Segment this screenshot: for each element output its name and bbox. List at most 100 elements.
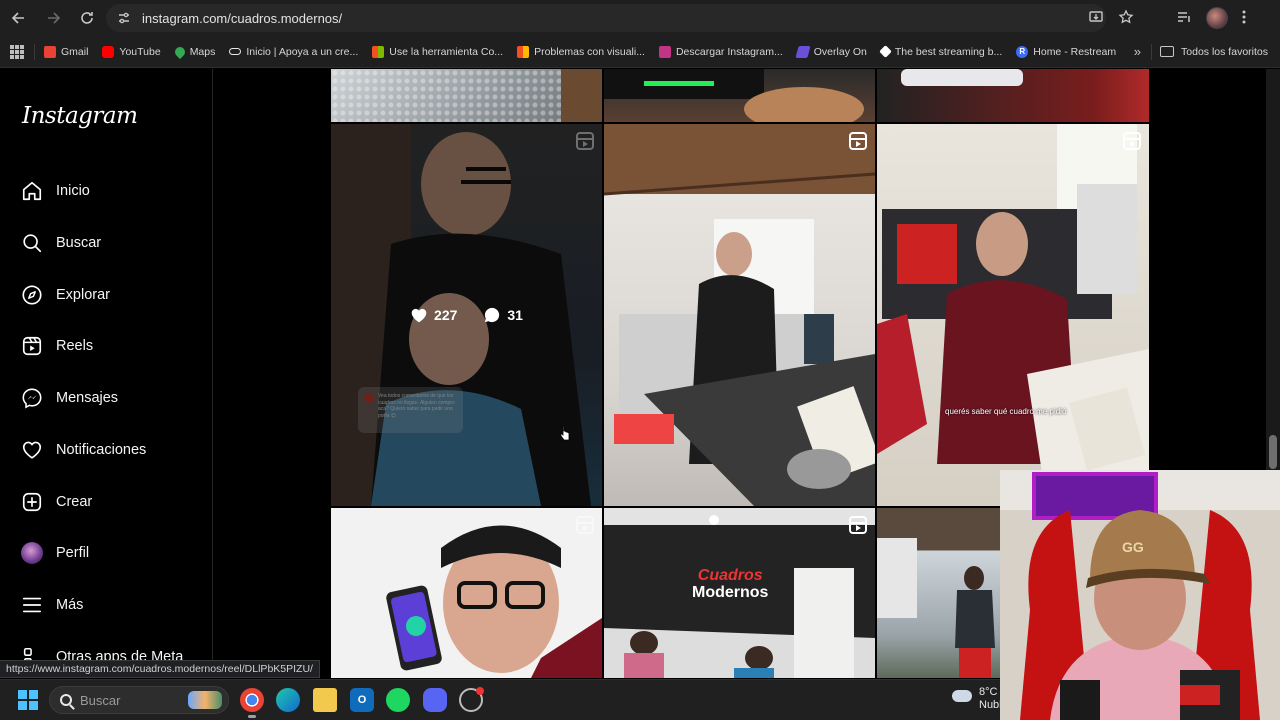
sign-text-2: Modernos — [692, 583, 769, 601]
printer-operator-photo — [877, 124, 1149, 506]
man-with-phone-photo — [386, 525, 602, 678]
reel-badge-icon — [849, 132, 867, 150]
bookmark-restream[interactable]: R Home - Restream — [1009, 40, 1123, 64]
obs-icon[interactable] — [459, 687, 484, 712]
forward-button[interactable] — [38, 3, 68, 33]
taskbar-search-placeholder: Buscar — [80, 692, 121, 708]
post-tile[interactable] — [604, 69, 875, 122]
post-tile[interactable]: querés saber qué cuadro me pidió — [877, 124, 1149, 506]
comments-count: 31 — [483, 306, 523, 324]
scrollbar-thumb[interactable] — [1269, 435, 1277, 469]
back-button[interactable] — [4, 3, 34, 33]
windows-start-icon[interactable] — [18, 690, 38, 710]
bookmark-microsoft-2[interactable]: Problemas con visuali... — [510, 40, 652, 64]
bookmark-label: Descargar Instagram... — [675, 45, 783, 58]
cloud-icon — [952, 690, 972, 702]
reel-badge-icon — [576, 132, 594, 150]
nav-item-crear[interactable]: Crear — [20, 484, 200, 520]
nav-item-buscar[interactable]: Buscar — [20, 225, 200, 261]
all-bookmarks-button[interactable]: Todos los favoritos — [1154, 46, 1280, 58]
discord-icon[interactable] — [423, 688, 447, 712]
bookmark-youtube[interactable]: YouTube — [95, 40, 167, 64]
post-tile[interactable] — [331, 508, 602, 678]
printer-workshop-photo — [604, 124, 875, 506]
post-tile[interactable] — [877, 508, 1001, 678]
outlook-icon[interactable]: O — [350, 688, 374, 712]
bookmark-download-instagram[interactable]: Descargar Instagram... — [652, 40, 790, 64]
apps-grid-icon[interactable] — [10, 44, 24, 59]
status-bar-url: https://www.instagram.com/cuadros.modern… — [0, 660, 320, 678]
bookmark-star-icon[interactable] — [1118, 8, 1134, 28]
nav-item-inicio[interactable]: Inicio — [20, 173, 200, 209]
nav-item-explorar[interactable]: Explorar — [20, 277, 200, 313]
file-explorer-icon[interactable] — [313, 688, 337, 712]
site-info-icon[interactable] — [112, 6, 136, 30]
bookmark-streaming[interactable]: The best streaming b... — [874, 40, 1009, 64]
reload-button[interactable] — [72, 3, 102, 33]
taskbar-search[interactable]: Buscar — [49, 686, 229, 714]
sidebar: Instagram Inicio Buscar Explorar Reels M… — [0, 69, 213, 678]
reel-badge-icon — [849, 516, 867, 534]
likes-count: 227 — [410, 307, 457, 323]
post-tile-hovered[interactable]: Vea todos comentarios de que los cuadros… — [331, 124, 602, 506]
nav-item-mas[interactable]: Más — [20, 587, 200, 623]
nav-label: Crear — [56, 494, 93, 510]
bookmark-label: The best streaming b... — [894, 45, 1003, 58]
phone-screen-photo — [901, 69, 1023, 86]
nav-label: Mensajes — [56, 390, 119, 406]
post-tile[interactable] — [331, 69, 602, 122]
folder-icon — [1160, 46, 1175, 57]
weather-widget[interactable]: 8°C Nubl — [952, 686, 1002, 712]
all-bookmarks-label: Todos los favoritos — [1181, 45, 1268, 58]
instagram-logo[interactable]: Instagram — [22, 103, 138, 129]
yard-photo — [877, 538, 995, 678]
nav-label: Más — [56, 597, 84, 613]
streaming-icon — [879, 45, 892, 58]
hover-stats-overlay: 227 31 — [331, 124, 602, 506]
profile-avatar[interactable] — [1206, 7, 1228, 29]
install-app-icon[interactable] — [1088, 9, 1104, 28]
post-tile[interactable]: Cuadros Modernos — [604, 508, 875, 678]
microsoft-icon — [372, 45, 385, 58]
nav-label: Notificaciones — [56, 442, 147, 458]
edge-taskbar-icon[interactable] — [276, 688, 300, 712]
nav-item-notificaciones[interactable]: Notificaciones — [20, 432, 200, 468]
bookmark-overlay-on[interactable]: Overlay On — [790, 40, 874, 64]
spotify-icon[interactable] — [386, 688, 410, 712]
bookmark-patreon[interactable]: Inicio | Apoya a un cre... — [222, 40, 365, 64]
nav-item-mensajes[interactable]: Mensajes — [20, 380, 200, 416]
bookmark-microsoft-1[interactable]: Use la herramienta Co... — [365, 40, 510, 64]
nav-label: Perfil — [56, 545, 90, 561]
post-tile[interactable] — [877, 69, 1149, 122]
desk-photo — [604, 69, 864, 122]
messenger-icon — [20, 386, 44, 410]
link-icon — [229, 48, 242, 55]
bookmark-maps[interactable]: Maps — [168, 40, 223, 64]
toolbar-actions — [1088, 0, 1280, 36]
bookmark-label: Maps — [189, 45, 216, 58]
address-bar[interactable]: instagram.com/cuadros.modernos/ — [106, 4, 1106, 32]
nav-item-reels[interactable]: Reels — [20, 328, 200, 364]
youtube-icon — [102, 45, 115, 58]
restream-icon: R — [1016, 45, 1029, 58]
heart-filled-icon — [411, 308, 427, 323]
chrome-menu-icon[interactable] — [1242, 9, 1246, 28]
nav-item-perfil[interactable]: Perfil — [20, 535, 200, 571]
nav-label: Explorar — [56, 287, 110, 303]
post-tile[interactable] — [604, 124, 875, 506]
comment-filled-icon — [485, 307, 500, 323]
chrome-taskbar-icon[interactable] — [240, 688, 264, 718]
hand-cursor-icon — [560, 425, 570, 441]
bookmark-gmail[interactable]: Gmail — [37, 40, 95, 64]
weather-temp: 8°C — [979, 686, 998, 698]
reel-badge-icon — [576, 516, 594, 534]
weather-condition: Nubl — [979, 699, 1002, 712]
heart-icon — [20, 438, 44, 462]
bookmarks-overflow-icon[interactable]: » — [1126, 44, 1149, 59]
url-text: instagram.com/cuadros.modernos/ — [142, 10, 343, 26]
media-control-icon[interactable] — [1176, 9, 1192, 28]
browser-toolbar: instagram.com/cuadros.modernos/ — [0, 0, 1280, 36]
brand-sign: Cuadros Modernos — [692, 567, 769, 602]
search-icon — [60, 694, 72, 706]
likes-value: 227 — [434, 307, 458, 323]
